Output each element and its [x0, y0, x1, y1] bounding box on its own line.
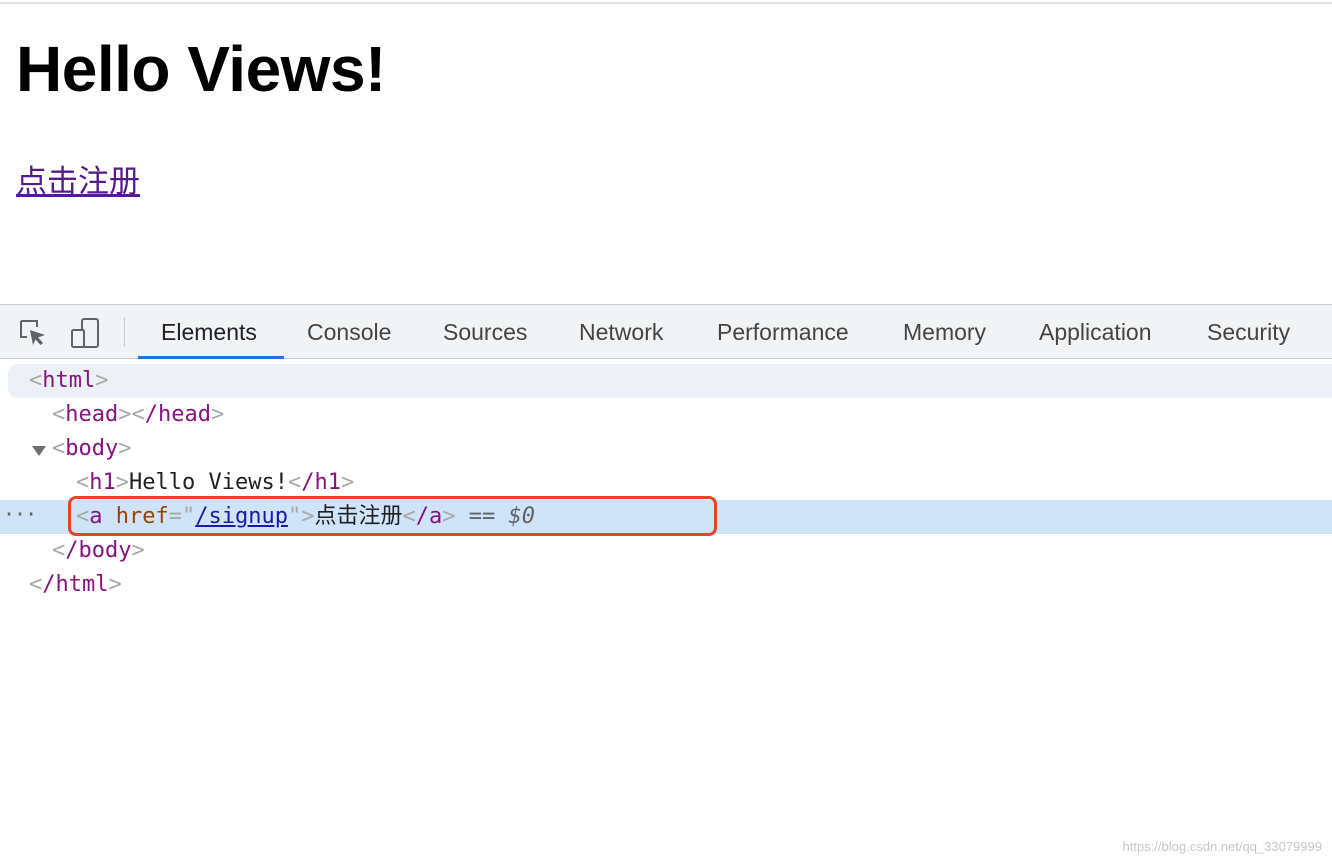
tab-console[interactable]: Console: [307, 305, 391, 359]
devtools-panel: Elements Console Sources Network Perform…: [0, 304, 1332, 864]
toolbar-separator: [124, 317, 125, 347]
tag-name: head: [65, 402, 119, 427]
rendered-page: Hello Views! 点击注册: [0, 4, 1332, 304]
node-text: Hello Views!: [129, 470, 288, 495]
page-heading: Hello Views!: [16, 33, 386, 105]
dom-node-body[interactable]: <body>: [52, 432, 131, 466]
dom-node-head[interactable]: <head></head>: [52, 398, 224, 432]
dom-node-body-close[interactable]: </body>: [52, 534, 145, 568]
tag-name: /h1: [301, 470, 341, 495]
annotation-highlight-box: [68, 496, 717, 536]
active-tab-indicator: [138, 356, 284, 359]
tab-network[interactable]: Network: [579, 305, 663, 359]
dom-node-html-close[interactable]: </html>: [29, 568, 122, 602]
tab-elements[interactable]: Elements: [161, 305, 257, 359]
tab-performance[interactable]: Performance: [717, 305, 849, 359]
tag-name: body: [65, 436, 119, 461]
device-toolbar-icon[interactable]: [70, 317, 102, 349]
watermark: https://blog.csdn.net/qq_33079999: [1122, 839, 1323, 854]
hovered-row-highlight: [8, 364, 1332, 398]
dom-tree: <html> <head></head> <body> <h1>Hello Vi…: [0, 360, 1332, 864]
tab-application[interactable]: Application: [1039, 305, 1152, 359]
tab-security[interactable]: Security: [1207, 305, 1290, 359]
expand-triangle-icon[interactable]: [32, 446, 46, 456]
devtools-toolbar: Elements Console Sources Network Perform…: [0, 304, 1332, 359]
tag-name: /body: [65, 538, 132, 563]
signup-link[interactable]: 点击注册: [16, 156, 140, 201]
dom-node-h1[interactable]: <h1>Hello Views!</h1>: [76, 466, 354, 500]
inspect-element-icon[interactable]: [17, 317, 49, 349]
tag-name: /html: [42, 572, 109, 597]
tag-name: h1: [89, 470, 116, 495]
tab-sources[interactable]: Sources: [443, 305, 527, 359]
tag-name: html: [42, 368, 96, 393]
more-actions-icon[interactable]: ···: [3, 502, 37, 526]
tag-name: /head: [144, 402, 211, 427]
tab-memory[interactable]: Memory: [903, 305, 986, 359]
dom-node-html[interactable]: <html>: [29, 364, 108, 398]
